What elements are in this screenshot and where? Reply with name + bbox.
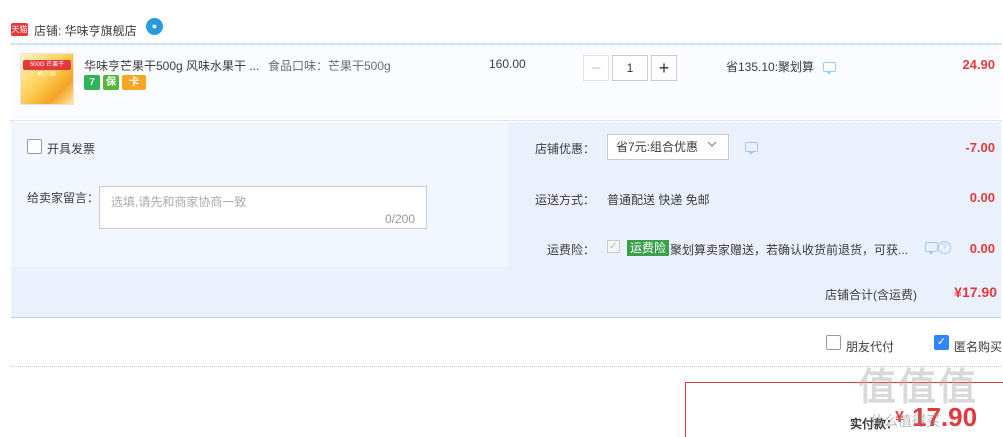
insurance-amount: 0.00: [969, 241, 995, 256]
chevron-down-icon[interactable]: [707, 139, 717, 149]
site-watermark: 值值值: [858, 365, 979, 409]
invoice-label[interactable]: 开具发票: [47, 140, 95, 157]
help-icon[interactable]: ?: [938, 241, 951, 254]
insurance-description: 聚划算卖家赠送，若确认收货前退货，可获...: [670, 243, 909, 257]
site-watermark-sub: 什么值得买: [870, 414, 940, 430]
shipping-method: 普通配送 快递 免邮: [607, 193, 710, 207]
discount-amount: -7.00: [965, 140, 995, 155]
friend-pay-label[interactable]: 朋友代付: [846, 338, 894, 355]
insurance-checkbox: ✓: [607, 240, 620, 253]
product-sku: 食品口味：芒果干500g: [268, 59, 391, 73]
message-placeholder: 选填,请先和商家协商一致: [111, 195, 247, 209]
promotion-text: 省135.10:聚划算: [726, 60, 815, 74]
product-title-link[interactable]: 华味亨芒果干500g 风味水果干 ...: [84, 57, 259, 74]
credit-card-icon[interactable]: 卡: [122, 75, 146, 90]
shop-discount-label: 店铺优惠：: [534, 142, 595, 156]
product-thumbnail[interactable]: 500G 芒果干 ¥17.90: [20, 53, 74, 105]
tmall-logo: 天猫: [11, 23, 28, 36]
discount-comment-icon[interactable]: [745, 142, 758, 155]
invoice-checkbox[interactable]: [27, 139, 42, 154]
seven-day-return-icon[interactable]: 7: [84, 75, 100, 90]
message-label: 给卖家留言：: [27, 191, 100, 205]
friend-pay-checkbox[interactable]: [826, 335, 841, 350]
item-row: [11, 44, 1001, 119]
shop-name-link[interactable]: 店铺: 华味亨旗舰店: [34, 22, 137, 39]
insurance-label: 运费险：: [546, 243, 595, 257]
quantity-decrease-button[interactable]: −: [583, 55, 609, 81]
anonymous-purchase-checkbox[interactable]: ✓: [934, 335, 949, 350]
shop-total-label: 店铺合计(含运费): [825, 288, 917, 302]
shipping-label: 运送方式：: [534, 193, 595, 207]
item-total: 24.90: [962, 57, 995, 72]
insurance-comment-icon[interactable]: [925, 242, 938, 255]
guarantee-icon[interactable]: 保: [103, 75, 119, 90]
message-char-count: 0/200: [385, 212, 416, 226]
divider: [11, 366, 1001, 367]
divider: [11, 317, 1001, 318]
wangwang-chat-icon[interactable]: ●: [146, 18, 163, 35]
insurance-tag: 运费险: [627, 240, 670, 256]
thumbnail-price-band: 500G 芒果干 ¥17.90: [23, 60, 71, 78]
promo-comment-icon[interactable]: [823, 62, 836, 75]
anonymous-purchase-label[interactable]: 匿名购买: [954, 338, 1002, 355]
divider: [11, 120, 1001, 121]
quantity-increase-button[interactable]: +: [651, 55, 677, 81]
quantity-input[interactable]: 1: [612, 55, 648, 81]
unit-price: 160.00: [489, 57, 526, 71]
shop-total-value: ¥17.90: [954, 284, 997, 300]
shipping-amount: 0.00: [969, 190, 995, 205]
